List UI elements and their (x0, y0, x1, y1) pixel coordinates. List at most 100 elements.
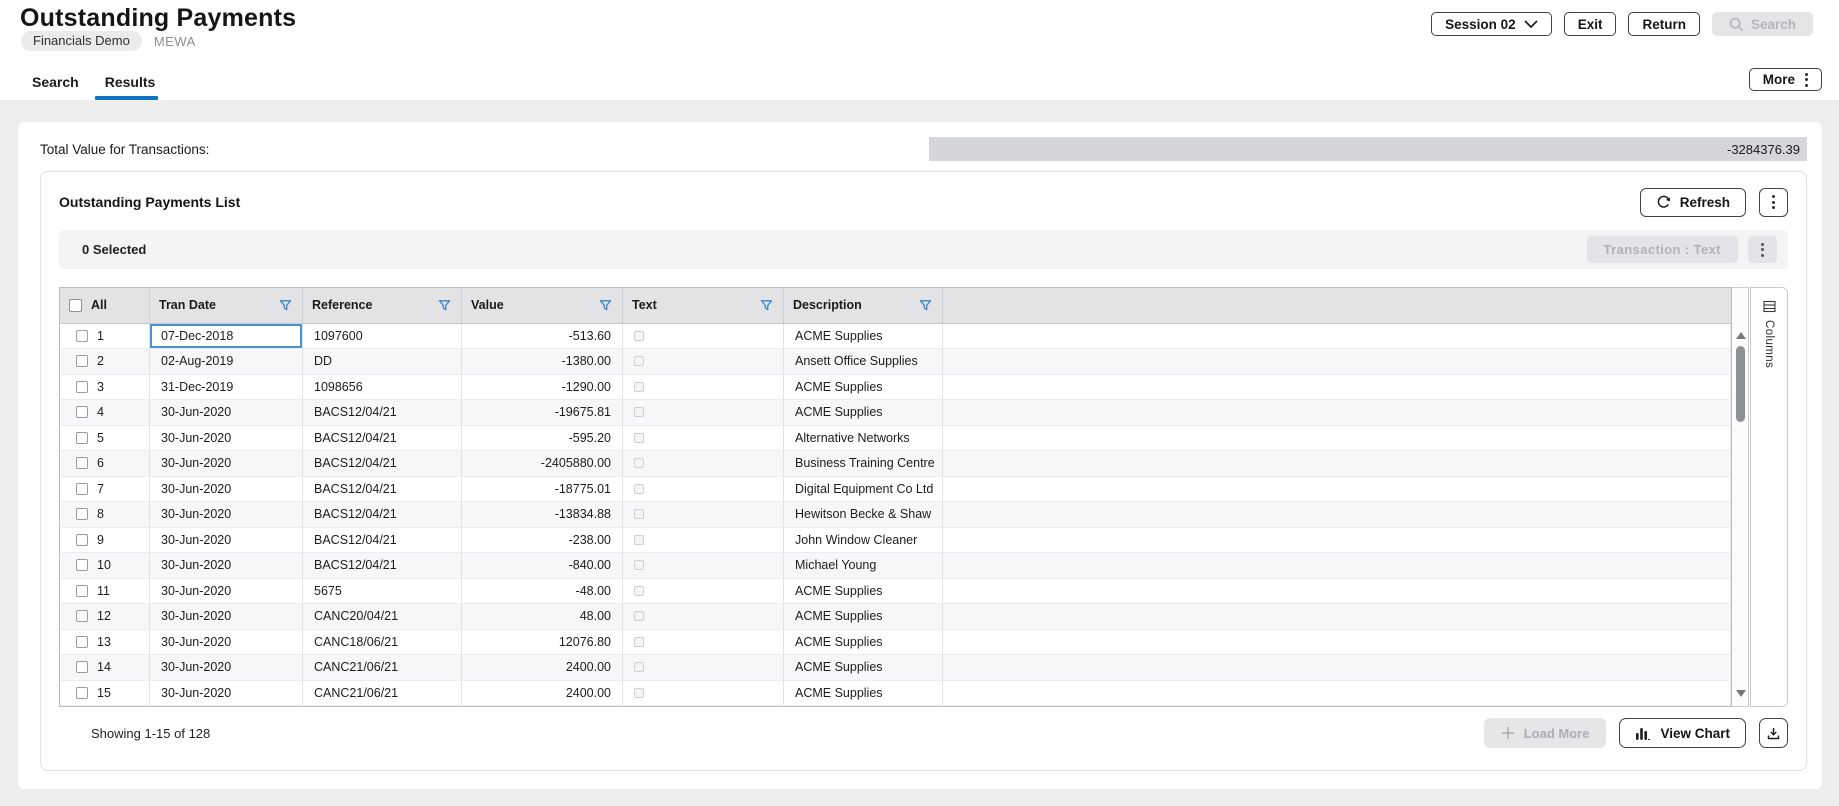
cell-reference[interactable]: 1098656 (303, 374, 462, 399)
tab-results[interactable]: Results (94, 74, 158, 100)
text-checkbox[interactable] (634, 330, 644, 341)
cell-reference[interactable]: CANC21/06/21 (303, 655, 462, 680)
cell-tran-date[interactable]: 30-Jun-2020 (150, 527, 303, 552)
text-checkbox[interactable] (634, 432, 644, 443)
cell-value[interactable]: -840.00 (462, 553, 623, 578)
cell-reference[interactable]: BACS12/04/21 (303, 502, 462, 527)
cell-value[interactable]: 48.00 (462, 604, 623, 629)
row-checkbox[interactable] (76, 329, 88, 342)
cell-description[interactable]: Alternative Networks (784, 425, 943, 450)
cell-value[interactable]: -13834.88 (462, 502, 623, 527)
vertical-scrollbar[interactable] (1732, 287, 1749, 707)
cell-description[interactable]: ACME Supplies (784, 680, 943, 705)
cell-value[interactable]: -2405880.00 (462, 451, 623, 476)
row-checkbox[interactable] (76, 533, 88, 546)
download-button[interactable] (1759, 718, 1788, 748)
cell-value[interactable]: -238.00 (462, 527, 623, 552)
cell-value[interactable]: 2400.00 (462, 655, 623, 680)
text-checkbox[interactable] (634, 458, 644, 469)
exit-button[interactable]: Exit (1563, 12, 1617, 36)
cell-description[interactable]: ACME Supplies (784, 655, 943, 680)
cell-tran-date[interactable]: 30-Jun-2020 (150, 425, 303, 450)
scroll-down-icon[interactable] (1735, 690, 1746, 697)
row-checkbox[interactable] (76, 610, 88, 623)
column-header-description[interactable]: Description (784, 288, 943, 323)
row-checkbox[interactable] (76, 457, 88, 470)
column-header-tran-date[interactable]: Tran Date (150, 288, 303, 323)
text-checkbox[interactable] (634, 509, 644, 520)
cell-description[interactable]: ACME Supplies (784, 578, 943, 603)
cell-reference[interactable]: CANC18/06/21 (303, 629, 462, 654)
transaction-text-button[interactable]: Transaction : Text (1586, 236, 1738, 263)
text-checkbox[interactable] (634, 687, 644, 698)
columns-panel-toggle[interactable]: Columns (1750, 287, 1788, 707)
search-button[interactable]: Search (1711, 12, 1813, 36)
cell-tran-date[interactable]: 30-Jun-2020 (150, 553, 303, 578)
tab-search[interactable]: Search (32, 74, 79, 100)
cell-tran-date[interactable]: 30-Jun-2020 (150, 578, 303, 603)
row-checkbox[interactable] (76, 559, 88, 572)
filter-icon[interactable] (598, 298, 613, 313)
cell-tran-date[interactable]: 30-Jun-2020 (150, 502, 303, 527)
cell-value[interactable]: -1290.00 (462, 374, 623, 399)
cell-value[interactable]: -595.20 (462, 425, 623, 450)
text-checkbox[interactable] (634, 662, 644, 673)
cell-tran-date[interactable]: 30-Jun-2020 (150, 629, 303, 654)
cell-reference[interactable]: BACS12/04/21 (303, 553, 462, 578)
cell-value[interactable]: -48.00 (462, 578, 623, 603)
column-header-text[interactable]: Text (623, 288, 784, 323)
cell-value[interactable]: -19675.81 (462, 400, 623, 425)
column-header-reference[interactable]: Reference (303, 288, 462, 323)
row-checkbox[interactable] (76, 584, 88, 597)
cell-reference[interactable]: BACS12/04/21 (303, 400, 462, 425)
cell-value[interactable]: -18775.01 (462, 476, 623, 501)
cell-value[interactable]: -513.60 (462, 323, 623, 348)
cell-description[interactable]: John Window Cleaner (784, 527, 943, 552)
load-more-button[interactable]: Load More (1483, 718, 1607, 748)
cell-tran-date[interactable]: 30-Jun-2020 (150, 451, 303, 476)
cell-description[interactable]: Ansett Office Supplies (784, 349, 943, 374)
cell-reference[interactable]: BACS12/04/21 (303, 476, 462, 501)
text-checkbox[interactable] (634, 585, 644, 596)
cell-tran-date[interactable]: 30-Jun-2020 (150, 476, 303, 501)
cell-value[interactable]: -1380.00 (462, 349, 623, 374)
text-checkbox[interactable] (634, 636, 644, 647)
text-checkbox[interactable] (634, 356, 644, 367)
row-checkbox[interactable] (76, 661, 88, 674)
filter-icon[interactable] (278, 298, 293, 313)
view-chart-button[interactable]: View Chart (1619, 718, 1746, 748)
cell-reference[interactable]: BACS12/04/21 (303, 425, 462, 450)
filter-icon[interactable] (759, 298, 774, 313)
cell-description[interactable]: ACME Supplies (784, 604, 943, 629)
scroll-up-icon[interactable] (1735, 332, 1746, 339)
cell-description[interactable]: ACME Supplies (784, 323, 943, 348)
cell-description[interactable]: Michael Young (784, 553, 943, 578)
row-checkbox[interactable] (76, 635, 88, 648)
row-checkbox[interactable] (76, 686, 88, 699)
filter-icon[interactable] (437, 298, 452, 313)
text-checkbox[interactable] (634, 560, 644, 571)
refresh-button[interactable]: Refresh (1639, 187, 1746, 217)
text-checkbox[interactable] (634, 534, 644, 545)
cell-reference[interactable]: CANC21/06/21 (303, 680, 462, 705)
cell-reference[interactable]: BACS12/04/21 (303, 527, 462, 552)
row-checkbox[interactable] (76, 482, 88, 495)
text-checkbox[interactable] (634, 483, 644, 494)
cell-description[interactable]: Digital Equipment Co Ltd (784, 476, 943, 501)
cell-reference[interactable]: DD (303, 349, 462, 374)
cell-description[interactable]: Business Training Centre (784, 451, 943, 476)
row-checkbox[interactable] (76, 406, 88, 419)
cell-description[interactable]: Hewitson Becke & Shaw (784, 502, 943, 527)
row-checkbox[interactable] (76, 355, 88, 368)
cell-description[interactable]: ACME Supplies (784, 374, 943, 399)
cell-value[interactable]: 12076.80 (462, 629, 623, 654)
cell-tran-date[interactable]: 02-Aug-2019 (150, 349, 303, 374)
cell-description[interactable]: ACME Supplies (784, 629, 943, 654)
row-checkbox[interactable] (76, 508, 88, 521)
text-checkbox[interactable] (634, 381, 644, 392)
cell-reference[interactable]: BACS12/04/21 (303, 451, 462, 476)
session-dropdown-button[interactable]: Session 02 (1431, 12, 1552, 36)
filter-icon[interactable] (918, 298, 933, 313)
toolbar-menu-button[interactable] (1748, 236, 1777, 263)
cell-tran-date[interactable]: 31-Dec-2019 (150, 374, 303, 399)
